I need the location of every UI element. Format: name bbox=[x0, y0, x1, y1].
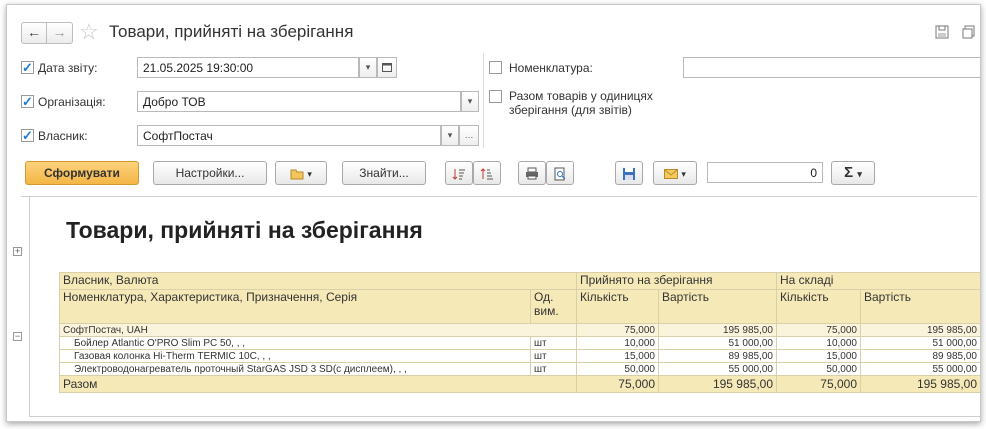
accepted-cost-header: Вартість bbox=[658, 289, 777, 324]
variants-dropdown-icon: ▾ bbox=[307, 169, 312, 179]
organization-dropdown-button[interactable]: ▾ bbox=[461, 91, 479, 112]
total-stock-cost: 195 985,00 bbox=[860, 375, 980, 393]
row-stock-qty: 15,000 bbox=[776, 349, 861, 363]
accepted-header: Прийнято на зберігання bbox=[576, 272, 777, 290]
row-acc-cost: 51 000,00 bbox=[658, 336, 777, 350]
sum-dropdown-icon: ▾ bbox=[857, 169, 862, 179]
print-preview-icon[interactable] bbox=[546, 161, 574, 185]
accepted-qty-header: Кількість bbox=[576, 289, 659, 324]
in-stock-header: На складі bbox=[776, 272, 980, 290]
unit-header-line1: Од. bbox=[534, 290, 554, 305]
copy-icon[interactable] bbox=[962, 25, 976, 42]
save-report-icon[interactable] bbox=[615, 161, 643, 185]
email-button[interactable]: ▾ bbox=[653, 161, 697, 185]
row-unit: шт bbox=[530, 362, 577, 376]
group-acc-cost: 195 985,00 bbox=[658, 323, 777, 337]
window-title: Товари, прийняті на зберігання bbox=[109, 22, 354, 41]
row-acc-qty: 50,000 bbox=[576, 362, 659, 376]
group-acc-qty: 75,000 bbox=[576, 323, 659, 337]
row-acc-qty: 15,000 bbox=[576, 349, 659, 363]
sort-ascending-icon[interactable] bbox=[445, 161, 473, 185]
report-date-input[interactable]: 21.05.2025 19:30:00 bbox=[137, 57, 359, 78]
nomenclature-header: Номенклатура, Характеристика, Призначенн… bbox=[59, 289, 531, 324]
unit-header-line2: вим. bbox=[534, 304, 559, 318]
row-name: Газовая колонка Hi-Therm TERMIC 10C, , , bbox=[59, 349, 531, 363]
stock-cost-header: Вартість bbox=[860, 289, 980, 324]
forward-button[interactable]: → bbox=[47, 22, 73, 44]
nomenclature-label: Номенклатура: bbox=[509, 61, 593, 75]
storage-units-label-line2: зберігання (для звітів) bbox=[509, 103, 632, 117]
owner-dropdown-button[interactable]: ▾ bbox=[441, 125, 459, 146]
unit-header: Од. вим. bbox=[530, 289, 577, 324]
row-acc-cost: 89 985,00 bbox=[658, 349, 777, 363]
collapse-group-icon[interactable]: − bbox=[13, 332, 22, 341]
settings-button[interactable]: Настройки... bbox=[153, 161, 267, 185]
print-icon[interactable] bbox=[518, 161, 546, 185]
save-icon[interactable] bbox=[935, 25, 949, 42]
owner-select-button[interactable]: … bbox=[459, 125, 479, 146]
storage-units-checkbox[interactable] bbox=[489, 90, 502, 103]
organization-input[interactable]: Добро ТОВ bbox=[137, 91, 461, 112]
variants-button[interactable]: ▾ bbox=[275, 161, 327, 185]
row-stock-qty: 10,000 bbox=[776, 336, 861, 350]
total-acc-cost: 195 985,00 bbox=[658, 375, 777, 393]
title-bar: ← → ☆ Товари, прийняті на зберігання bbox=[7, 5, 980, 45]
nomenclature-input[interactable] bbox=[683, 57, 980, 78]
total-acc-qty: 75,000 bbox=[576, 375, 659, 393]
sum-icon: Σ bbox=[844, 164, 854, 181]
row-name: Электроводонагреватель проточный StarGAS… bbox=[59, 362, 531, 376]
total-label: Разом bbox=[59, 375, 577, 393]
organization-label: Організація: bbox=[38, 95, 106, 109]
report-date-checkbox[interactable]: ✓ bbox=[21, 61, 34, 74]
report-area: Товари, прийняті на зберігання + − Власн… bbox=[13, 197, 980, 417]
table-row[interactable]: Газовая колонка Hi-Therm TERMIC 10C, , ,… bbox=[59, 349, 980, 363]
organization-checkbox[interactable]: ✓ bbox=[21, 95, 34, 108]
stock-qty-header: Кількість bbox=[776, 289, 861, 324]
row-name: Бойлер Atlantic O'PRO Slim PC 50, , , bbox=[59, 336, 531, 350]
total-stock-qty: 75,000 bbox=[776, 375, 861, 393]
owner-checkbox[interactable]: ✓ bbox=[21, 129, 34, 142]
sum-button[interactable]: Σ ▾ bbox=[831, 161, 875, 185]
row-stock-qty: 50,000 bbox=[776, 362, 861, 376]
total-row[interactable]: Разом 75,000 195 985,00 75,000 195 985,0… bbox=[59, 375, 980, 393]
expand-all-icon[interactable]: + bbox=[13, 247, 22, 256]
date-dropdown-button[interactable]: ▾ bbox=[359, 57, 377, 78]
report-date-label: Дата звіту: bbox=[38, 61, 98, 75]
calendar-icon[interactable] bbox=[377, 57, 397, 78]
report-table: Власник, Валюта Прийнято на зберігання Н… bbox=[59, 272, 980, 393]
row-acc-cost: 55 000,00 bbox=[658, 362, 777, 376]
row-unit: шт bbox=[530, 349, 577, 363]
find-button[interactable]: Знайти... bbox=[342, 161, 426, 185]
group-stock-cost: 195 985,00 bbox=[860, 323, 980, 337]
row-stock-cost: 55 000,00 bbox=[860, 362, 980, 376]
favorite-star-icon[interactable]: ☆ bbox=[79, 19, 99, 45]
group-name: СофтПостач, UAH bbox=[59, 323, 577, 337]
row-unit: шт bbox=[530, 336, 577, 350]
storage-units-label-line1: Разом товарів у одиницях bbox=[509, 89, 653, 103]
report-title: Товари, прийняті на зберігання bbox=[66, 217, 423, 243]
header-row-2: Номенклатура, Характеристика, Призначенн… bbox=[59, 289, 980, 324]
back-button[interactable]: ← bbox=[21, 22, 47, 44]
group-row[interactable]: СофтПостач, UAH 75,000 195 985,00 75,000… bbox=[59, 323, 980, 337]
owner-input[interactable]: СофтПостач bbox=[137, 125, 441, 146]
row-stock-cost: 89 985,00 bbox=[860, 349, 980, 363]
owner-currency-header: Власник, Валюта bbox=[59, 272, 577, 290]
generate-button[interactable]: Сформувати bbox=[25, 161, 139, 185]
nomenclature-checkbox[interactable] bbox=[489, 61, 502, 74]
row-acc-qty: 10,000 bbox=[576, 336, 659, 350]
report-window: ← → ☆ Товари, прийняті на зберігання ✓ Д… bbox=[6, 4, 981, 422]
header-row-1: Власник, Валюта Прийнято на зберігання Н… bbox=[59, 272, 980, 290]
sum-value-field: 0 bbox=[707, 162, 823, 183]
table-row[interactable]: Бойлер Atlantic O'PRO Slim PC 50, , , шт… bbox=[59, 336, 980, 350]
table-row[interactable]: Электроводонагреватель проточный StarGAS… bbox=[59, 362, 980, 376]
owner-label: Власник: bbox=[38, 129, 88, 143]
row-stock-cost: 51 000,00 bbox=[860, 336, 980, 350]
email-dropdown-icon: ▾ bbox=[681, 169, 686, 179]
filter-divider bbox=[483, 53, 484, 148]
group-stock-qty: 75,000 bbox=[776, 323, 861, 337]
sort-descending-icon[interactable] bbox=[473, 161, 501, 185]
